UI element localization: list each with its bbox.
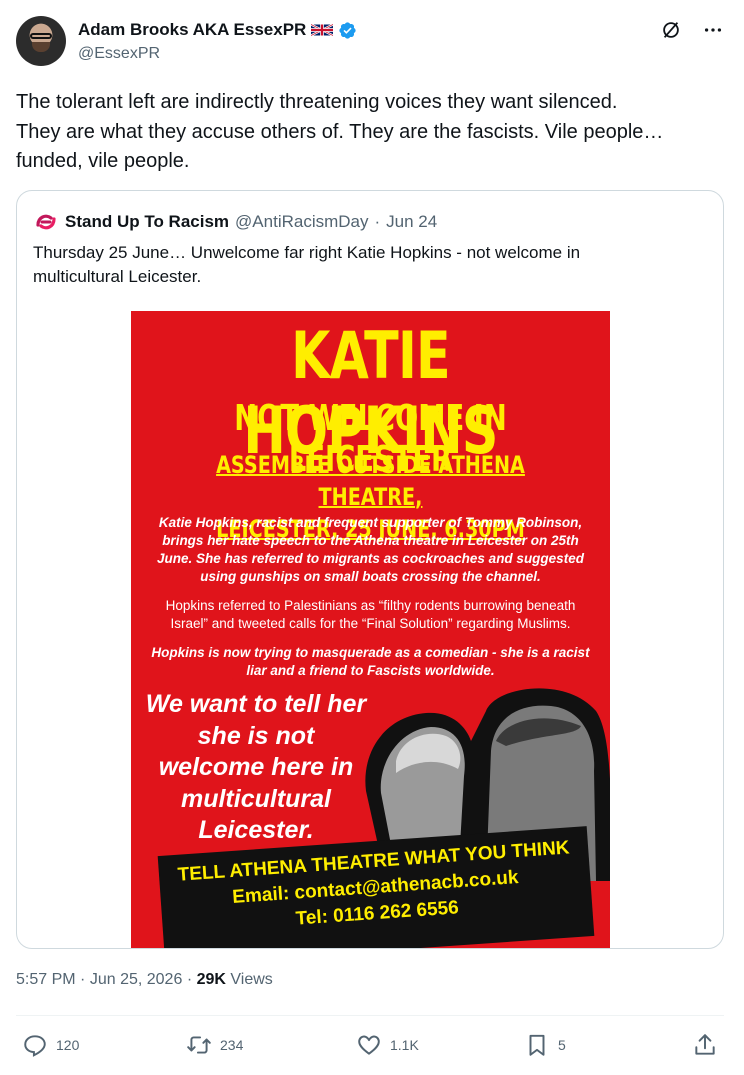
stand-up-to-racism-logo-icon [34, 210, 58, 234]
poster-want-line: We want to tell her [145, 690, 367, 718]
poster-want-message: We want to tell her she is not welcome h… [141, 689, 371, 847]
poster-want-line: Leicester. [198, 816, 314, 844]
action-bar: 120 234 1.1K 5 [22, 1032, 722, 1060]
tweet-author: Adam Brooks AKA EssexPR @EssexPR [78, 19, 357, 63]
tweet-timestamp: 5:57 PM · Jun 25, 2026 · 29K Views [16, 971, 273, 989]
heart-icon [358, 1035, 380, 1055]
avatar-glasses [30, 33, 52, 39]
poster-paragraph-3: Hopkins is now trying to masquerade as a… [151, 645, 590, 678]
quoted-tweet-text: Thursday 25 June… Unwelcome far right Ka… [33, 241, 693, 289]
quoted-account-name[interactable]: Stand Up To Racism [65, 212, 229, 232]
views-count: 29K [196, 971, 226, 988]
tweet-text: The tolerant left are indirectly threate… [16, 88, 728, 177]
top-right-actions [660, 19, 724, 41]
repost-button[interactable]: 234 [186, 1032, 243, 1058]
grok-icon[interactable] [660, 19, 682, 41]
poster-assemble-line: ASSEMBLE OUTSIDE ATHENA THEATRE, [216, 451, 525, 511]
quoted-separator: · [374, 212, 381, 231]
share-button[interactable] [692, 1032, 718, 1058]
repost-count: 234 [220, 1037, 244, 1053]
share-icon [695, 1034, 715, 1055]
bookmark-button[interactable]: 5 [524, 1032, 566, 1058]
author-display-name[interactable]: Adam Brooks AKA EssexPR [78, 20, 306, 40]
quoted-text-line: multicultural Leicester. [33, 267, 202, 286]
reply-icon [24, 1035, 46, 1057]
verified-badge-icon [339, 21, 356, 39]
reply-button[interactable]: 120 [22, 1032, 79, 1058]
poster-paragraph-2: Hopkins referred to Palestinians as “fil… [165, 598, 576, 631]
author-handle[interactable]: @EssexPR [78, 45, 357, 63]
poster-paragraph-1: Katie Hopkins, racist and frequent suppo… [157, 515, 584, 584]
bookmark-count: 5 [558, 1037, 566, 1053]
tweet-text-line: funded, vile people. [16, 150, 190, 172]
quoted-date[interactable]: Jun 24 [386, 212, 437, 232]
views-label: Views [230, 971, 273, 988]
avatar[interactable] [16, 16, 66, 66]
tweet-text-line: The tolerant left are indirectly threate… [16, 91, 618, 113]
poster-want-line: multicultural [180, 784, 331, 813]
uk-flag-icon [311, 23, 334, 37]
repost-icon [187, 1036, 211, 1054]
quoted-tweet-header: Stand Up To Racism @AntiRacismDay · Jun … [33, 209, 437, 235]
tweet-text-line: They are what they accuse others of. The… [16, 120, 664, 143]
quoted-handle[interactable]: @AntiRacismDay [235, 212, 368, 232]
meta-separator: · [186, 971, 193, 988]
post-time[interactable]: 5:57 PM [16, 971, 76, 988]
more-icon[interactable] [702, 19, 724, 41]
avatar-beard [32, 42, 50, 52]
protest-poster-image[interactable]: KATIE HOPKINS NOT WELCOME IN LEICESTER A… [131, 311, 610, 948]
reply-count: 120 [56, 1037, 80, 1053]
poster-want-line: welcome here in [158, 753, 354, 781]
like-button[interactable]: 1.1K [356, 1032, 419, 1058]
post-date[interactable]: Jun 25, 2026 [90, 971, 183, 988]
like-count: 1.1K [390, 1037, 419, 1053]
quoted-text-line: Thursday 25 June… Unwelcome far right Ka… [33, 243, 581, 262]
poster-contact-text: TELL ATHENA THEATRE WHAT YOU THINK Email… [158, 834, 592, 942]
quoted-tweet-card[interactable]: Stand Up To Racism @AntiRacismDay · Jun … [16, 190, 724, 949]
name-row: Adam Brooks AKA EssexPR [78, 19, 357, 41]
meta-separator: · [80, 971, 86, 988]
bookmark-icon [529, 1034, 545, 1056]
poster-want-line: she is not [197, 721, 315, 750]
divider [16, 1015, 724, 1016]
